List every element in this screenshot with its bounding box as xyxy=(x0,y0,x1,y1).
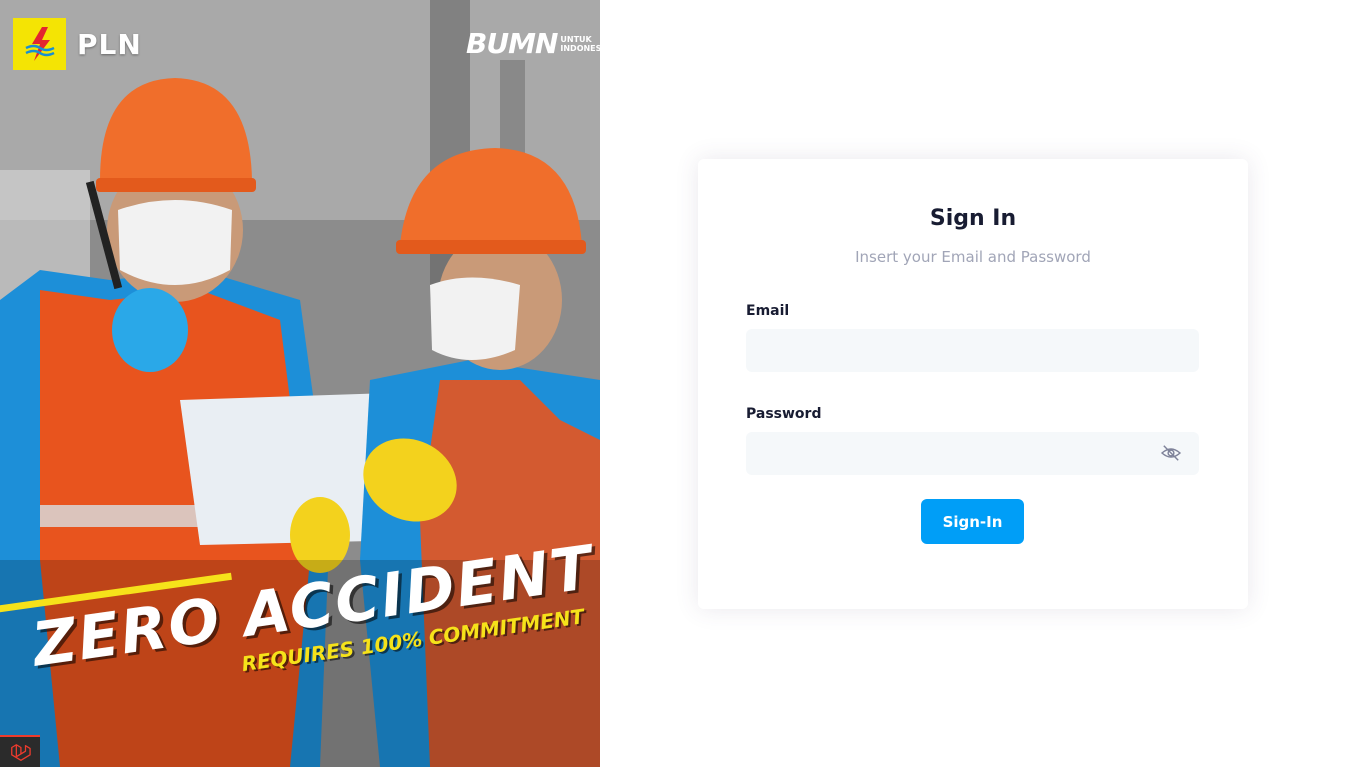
signin-button[interactable]: Sign-In xyxy=(921,499,1024,544)
signin-card: Sign In Insert your Email and Password E… xyxy=(698,159,1248,609)
pln-logo: PLN xyxy=(13,18,142,70)
email-label: Email xyxy=(746,303,790,319)
email-field[interactable] xyxy=(746,329,1199,372)
eye-slash-icon[interactable] xyxy=(1156,441,1186,465)
password-field[interactable] xyxy=(746,432,1199,475)
pln-brand-name: PLN xyxy=(77,27,142,61)
hero-image: PLN BUMN UNTUK INDONESIA ZERO ACCIDENT R… xyxy=(0,0,600,767)
bumn-tagline: UNTUK INDONESIA xyxy=(560,35,600,53)
bumn-tagline-line1: UNTUK xyxy=(560,35,592,44)
signin-title: Sign In xyxy=(929,206,1017,231)
bumn-logo: BUMN UNTUK INDONESIA xyxy=(466,30,600,58)
pln-lightning-icon xyxy=(13,18,66,70)
signin-subtitle: Insert your Email and Password xyxy=(855,248,1091,266)
bumn-tagline-line2: INDONESIA xyxy=(560,44,600,53)
password-label: Password xyxy=(746,406,822,422)
laravel-icon[interactable] xyxy=(0,735,40,767)
bumn-word: BUMN xyxy=(466,27,558,60)
